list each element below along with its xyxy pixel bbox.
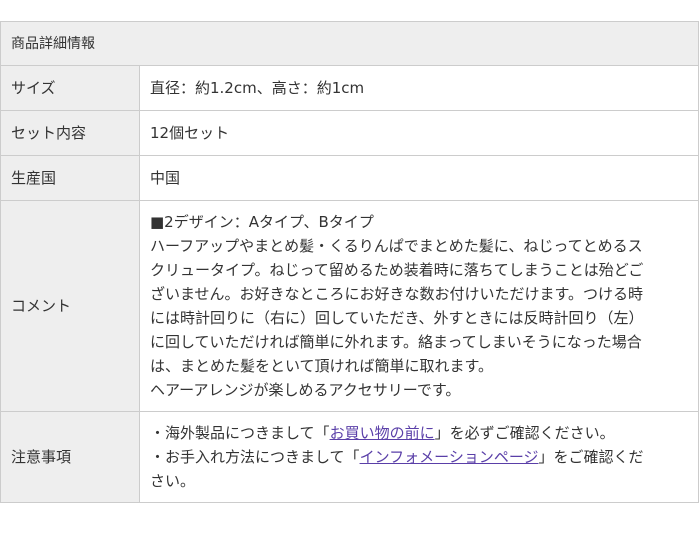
spec-label-origin: 生産国 <box>0 155 140 201</box>
spec-label-set-contents: セット内容 <box>0 110 140 156</box>
spec-value-comment: ■2デザイン：Aタイプ、Bタイプ ハーフアップやまとめ髪・くるりんぱでまとめた髪… <box>139 200 699 412</box>
comment-line: は、まとめた髪をといて頂ければ簡単に取れます。 <box>150 357 494 375</box>
spec-value-set-contents: 12個セット <box>139 110 699 156</box>
comment-line: ヘアーアレンジが楽しめるアクセサリーです。 <box>150 381 461 399</box>
notes-line-continued: さい。 <box>150 472 196 490</box>
notes-text: ・お手入れ方法につきまして「 <box>150 448 360 466</box>
spec-value-origin: 中国 <box>139 155 699 201</box>
spec-row-origin: 生産国 中国 <box>0 155 699 201</box>
comment-line: ハーフアップやまとめ髪・くるりんぱでまとめた髪に、ねじってとめるス <box>150 237 643 255</box>
spec-label-notes: 注意事項 <box>0 411 140 503</box>
before-shopping-link[interactable]: お買い物の前に <box>330 424 435 442</box>
spec-row-notes: 注意事項 ・海外製品につきまして「お買い物の前に」を必ずご確認ください。 ・お手… <box>0 411 699 503</box>
spec-row-comment: コメント ■2デザイン：Aタイプ、Bタイプ ハーフアップやまとめ髪・くるりんぱで… <box>0 200 699 412</box>
notes-text: 」を必ずご確認ください。 <box>434 424 615 442</box>
comment-line: に回していただければ簡単に外れます。絡まってしまいそうになった場合 <box>150 333 642 351</box>
notes-line-care: ・お手入れ方法につきまして「インフォメーションページ」をご確認くだ <box>150 445 688 469</box>
notes-text: ・海外製品につきまして「 <box>150 424 330 442</box>
spec-label-size: サイズ <box>0 65 140 111</box>
spec-value-notes: ・海外製品につきまして「お買い物の前に」を必ずご確認ください。 ・お手入れ方法に… <box>139 411 699 503</box>
information-page-link[interactable]: インフォメーションページ <box>360 448 539 466</box>
table-title: 商品詳細情報 <box>0 21 699 66</box>
notes-text: 」をご確認くだ <box>538 448 644 466</box>
comment-line: には時計回りに（右に）回していただき、外すときには反時計回り（左） <box>150 309 644 327</box>
notes-line-overseas: ・海外製品につきまして「お買い物の前に」を必ずご確認ください。 <box>150 421 688 445</box>
spec-row-size: サイズ 直径：約1.2cm、高さ：約1cm <box>0 65 699 111</box>
comment-line: ざいません。お好きなところにお好きな数お付けいただけます。つける時 <box>150 285 644 303</box>
spec-value-size: 直径：約1.2cm、高さ：約1cm <box>139 65 699 111</box>
comment-line: ■2デザイン：Aタイプ、Bタイプ <box>150 213 374 231</box>
spec-label-comment: コメント <box>0 200 140 412</box>
spec-row-set-contents: セット内容 12個セット <box>0 110 699 156</box>
table-title-row: 商品詳細情報 <box>0 21 699 66</box>
comment-line: クリュータイプ。ねじって留めるため装着時に落ちてしまうことは殆どご <box>150 261 644 279</box>
product-details-table: 商品詳細情報 サイズ 直径：約1.2cm、高さ：約1cm セット内容 12個セッ… <box>0 21 699 503</box>
